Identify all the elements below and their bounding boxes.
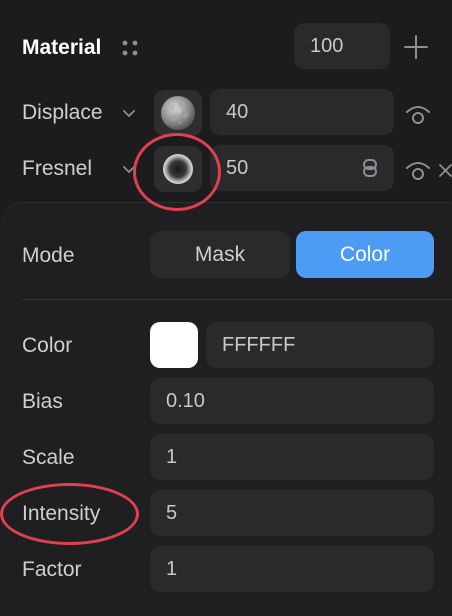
eye-icon[interactable]	[404, 158, 432, 182]
material-opacity-input[interactable]: 100	[294, 23, 390, 69]
factor-label: Factor	[22, 558, 82, 581]
plus-icon[interactable]	[403, 34, 429, 60]
fresnel-value: 50	[226, 156, 249, 179]
section-title: Material	[22, 36, 102, 59]
scale-input[interactable]: 1	[150, 434, 434, 480]
intensity-label: Intensity	[22, 502, 101, 525]
layer-label-displace: Displace	[22, 101, 103, 124]
close-icon[interactable]	[437, 161, 452, 179]
link-icon[interactable]	[360, 158, 380, 178]
mode-color-button[interactable]: Color	[296, 231, 434, 278]
scale-label: Scale	[22, 446, 75, 469]
drag-handle-icon[interactable]	[118, 36, 142, 60]
fresnel-value-input[interactable]: 50	[210, 145, 394, 191]
color-swatch[interactable]	[150, 322, 198, 368]
color-label: Color	[22, 334, 73, 357]
factor-input[interactable]: 1	[150, 546, 434, 592]
displace-thumbnail[interactable]	[154, 90, 202, 136]
mode-label: Mode	[22, 244, 75, 267]
color-hex-input[interactable]: FFFFFF	[206, 322, 434, 368]
eye-icon[interactable]	[404, 102, 432, 126]
divider	[22, 299, 452, 300]
bias-input[interactable]: 0.10	[150, 378, 434, 424]
fresnel-thumbnail[interactable]	[154, 146, 202, 192]
bias-label: Bias	[22, 390, 63, 413]
layer-label-fresnel: Fresnel	[22, 157, 93, 180]
chevron-down-icon[interactable]	[120, 160, 138, 178]
displace-value-input[interactable]: 40	[210, 89, 394, 135]
mode-mask-button[interactable]: Mask	[150, 231, 290, 278]
chevron-down-icon[interactable]	[120, 104, 138, 122]
intensity-input[interactable]: 5	[150, 490, 434, 536]
